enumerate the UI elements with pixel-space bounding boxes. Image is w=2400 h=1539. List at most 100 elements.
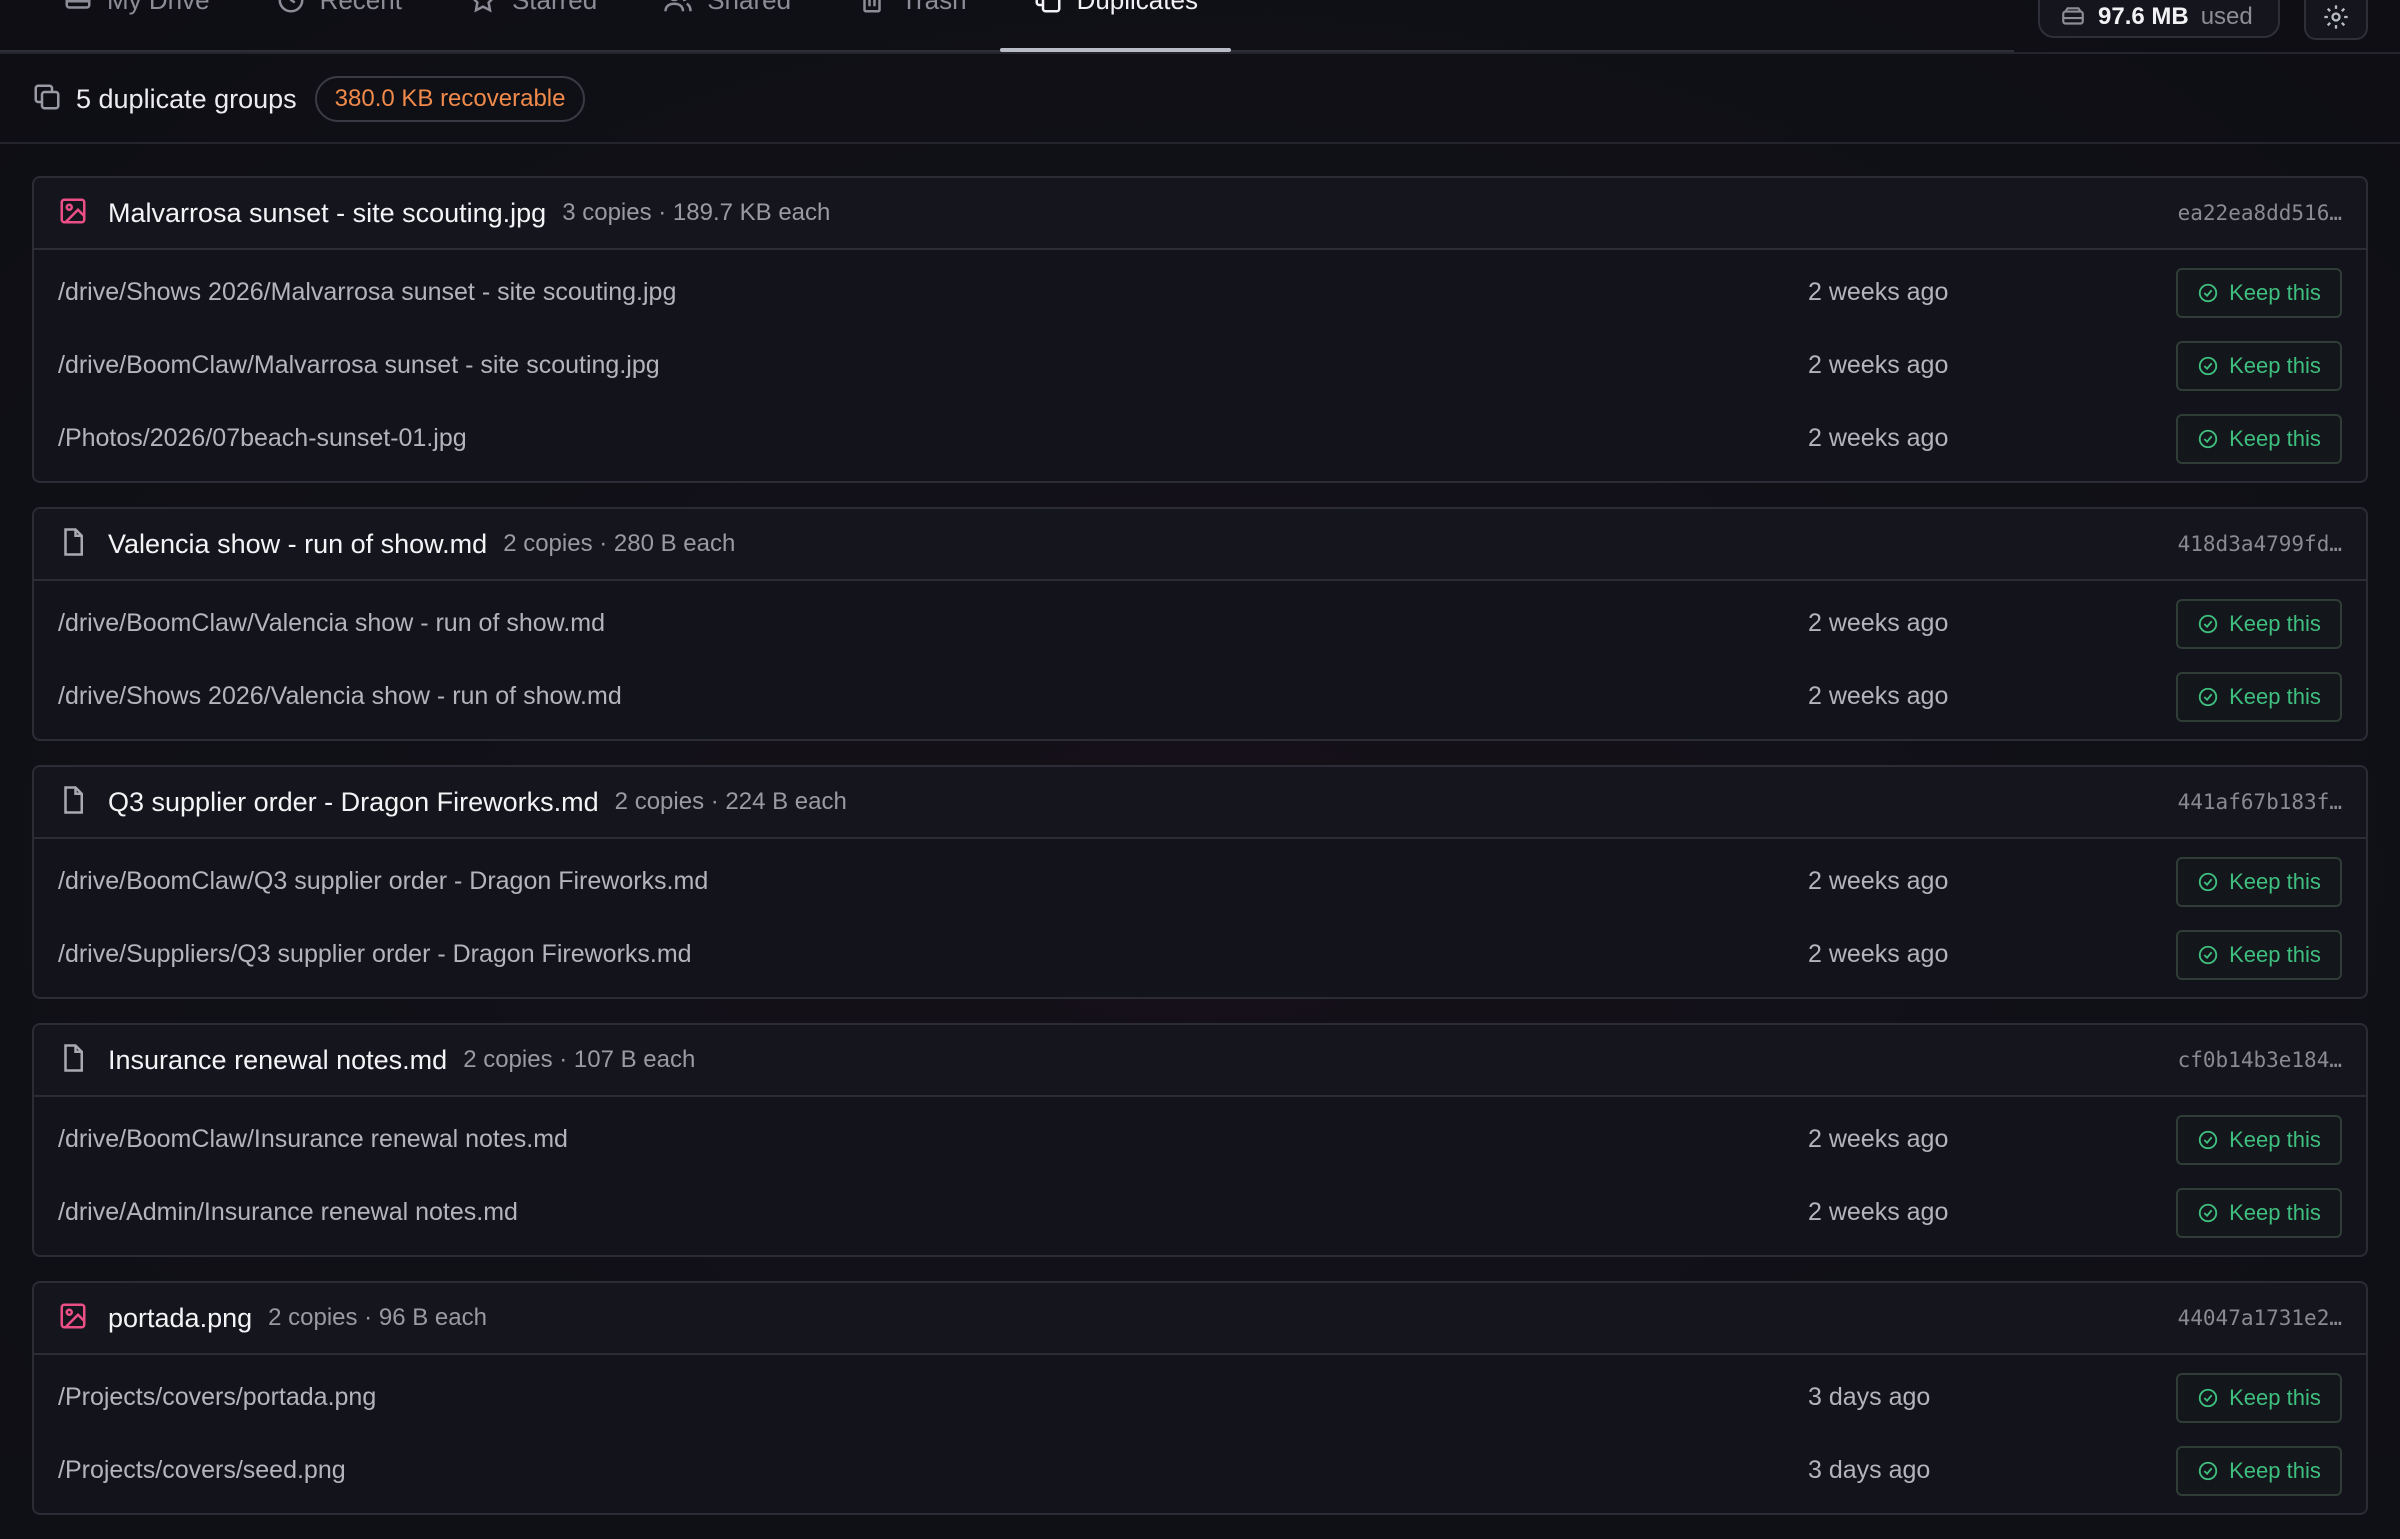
image-file-icon	[58, 196, 88, 231]
top-nav: My Drive Recent Starred Shared Trash	[0, 0, 2400, 54]
group-copies-info: 2 copies · 224 B each	[614, 788, 847, 815]
check-circle-icon	[2198, 1203, 2218, 1222]
duplicate-file-row: /drive/Shows 2026/Malvarrosa sunset - si…	[34, 256, 2366, 329]
group-file-name: Malvarrosa sunset - site scouting.jpg	[108, 197, 547, 228]
group-copies-info: 3 copies · 189.7 KB each	[562, 199, 831, 226]
storage-indicator[interactable]: 97.6 MB used	[2038, 0, 2280, 38]
duplicate-group: Insurance renewal notes.md 2 copies · 10…	[32, 1023, 2368, 1257]
trash-icon	[857, 0, 887, 15]
document-file-icon	[58, 527, 88, 562]
star-icon	[468, 0, 498, 15]
group-header: portada.png 2 copies · 96 B each 44047a1…	[34, 1283, 2366, 1355]
keep-this-button[interactable]: Keep this	[2176, 929, 2342, 980]
keep-label: Keep this	[2229, 1384, 2321, 1410]
duplicate-group-count: 5 duplicate groups	[76, 83, 297, 114]
group-header: Malvarrosa sunset - site scouting.jpg 3 …	[34, 178, 2366, 250]
keep-this-button[interactable]: Keep this	[2176, 413, 2342, 464]
file-path: /Projects/covers/seed.png	[58, 1456, 346, 1484]
tab-trash[interactable]: Trash	[824, 0, 1000, 26]
group-copies-info: 2 copies · 280 B each	[503, 530, 736, 557]
check-circle-icon	[2198, 687, 2218, 706]
file-modified-time: 2 weeks ago	[1808, 1198, 1949, 1226]
check-circle-icon	[2198, 1130, 2218, 1149]
keep-label: Keep this	[2229, 941, 2321, 967]
file-path: /drive/Shows 2026/Valencia show - run of…	[58, 682, 622, 710]
check-circle-icon	[2198, 614, 2218, 633]
duplicate-group: Malvarrosa sunset - site scouting.jpg 3 …	[32, 176, 2368, 483]
tab-my-drive[interactable]: My Drive	[30, 0, 243, 26]
file-path: /drive/BoomClaw/Malvarrosa sunset - site…	[58, 351, 660, 379]
file-path: /drive/BoomClaw/Insurance renewal notes.…	[58, 1125, 568, 1153]
file-modified-time: 3 days ago	[1808, 1383, 1931, 1411]
keep-label: Keep this	[2229, 1457, 2321, 1483]
group-header: Insurance renewal notes.md 2 copies · 10…	[34, 1025, 2366, 1097]
gear-icon	[2324, 5, 2348, 29]
tab-label: Duplicates	[1077, 0, 1198, 16]
duplicate-file-row: /drive/Shows 2026/Valencia show - run of…	[34, 660, 2366, 733]
storage-value: 97.6 MB	[2098, 3, 2189, 30]
tab-recent[interactable]: Recent	[243, 0, 435, 26]
settings-button[interactable]	[2304, 0, 2368, 40]
duplicate-file-row: /drive/Suppliers/Q3 supplier order - Dra…	[34, 918, 2366, 991]
group-hash: ea22ea8dd516…	[2177, 201, 2342, 225]
keep-this-button[interactable]: Keep this	[2176, 267, 2342, 318]
tab-label: Shared	[707, 0, 791, 16]
check-circle-icon	[2198, 283, 2218, 302]
file-modified-time: 2 weeks ago	[1808, 609, 1949, 637]
keep-this-button[interactable]: Keep this	[2176, 340, 2342, 391]
duplicate-file-row: /drive/BoomClaw/Valencia show - run of s…	[34, 587, 2366, 660]
copy-icon	[32, 82, 62, 117]
tab-duplicates[interactable]: Duplicates	[999, 0, 1232, 52]
duplicate-group: portada.png 2 copies · 96 B each 44047a1…	[32, 1281, 2368, 1515]
duplicate-file-row: /drive/BoomClaw/Insurance renewal notes.…	[34, 1103, 2366, 1176]
storage-icon	[2062, 7, 2084, 25]
check-circle-icon	[2198, 356, 2218, 375]
keep-this-button[interactable]: Keep this	[2176, 1187, 2342, 1238]
duplicates-summary: 5 duplicate groups 380.0 KB recoverable	[0, 56, 2400, 144]
tab-starred[interactable]: Starred	[435, 0, 630, 26]
group-file-name: Insurance renewal notes.md	[108, 1044, 448, 1075]
duplicate-file-row: /drive/BoomClaw/Q3 supplier order - Drag…	[34, 845, 2366, 918]
recoverable-badge: 380.0 KB recoverable	[314, 76, 586, 122]
tab-label: Recent	[320, 0, 402, 16]
duplicate-groups-list: Malvarrosa sunset - site scouting.jpg 3 …	[32, 176, 2368, 1539]
file-path: /drive/BoomClaw/Valencia show - run of s…	[58, 609, 605, 637]
group-hash: 44047a1731e2…	[2177, 1306, 2342, 1330]
keep-label: Keep this	[2229, 610, 2321, 636]
group-copies-info: 2 copies · 107 B each	[463, 1046, 696, 1073]
duplicate-group: Q3 supplier order - Dragon Fireworks.md …	[32, 765, 2368, 999]
group-hash: 418d3a4799fd…	[2177, 532, 2342, 556]
group-file-name: Q3 supplier order - Dragon Fireworks.md	[108, 786, 599, 817]
keep-label: Keep this	[2229, 683, 2321, 709]
keep-this-button[interactable]: Keep this	[2176, 1372, 2342, 1423]
file-modified-time: 2 weeks ago	[1808, 682, 1949, 710]
tab-label: Starred	[512, 0, 597, 16]
keep-this-button[interactable]: Keep this	[2176, 856, 2342, 907]
storage-label: used	[2200, 3, 2253, 30]
keep-this-button[interactable]: Keep this	[2176, 1114, 2342, 1165]
duplicate-file-row: /Projects/covers/portada.png 3 days ago …	[34, 1361, 2366, 1434]
check-circle-icon	[2198, 1461, 2218, 1480]
file-modified-time: 2 weeks ago	[1808, 351, 1949, 379]
file-modified-time: 2 weeks ago	[1808, 867, 1949, 895]
document-file-icon	[58, 785, 88, 820]
group-header: Valencia show - run of show.md 2 copies …	[34, 509, 2366, 581]
file-modified-time: 2 weeks ago	[1808, 278, 1949, 306]
tab-shared[interactable]: Shared	[630, 0, 824, 26]
group-hash: 441af67b183f…	[2177, 790, 2342, 814]
check-circle-icon	[2198, 1388, 2218, 1407]
duplicate-group: Valencia show - run of show.md 2 copies …	[32, 507, 2368, 741]
group-header: Q3 supplier order - Dragon Fireworks.md …	[34, 767, 2366, 839]
drive-icon	[63, 0, 93, 15]
file-path: /drive/Shows 2026/Malvarrosa sunset - si…	[58, 278, 677, 306]
duplicate-file-row: /drive/BoomClaw/Malvarrosa sunset - site…	[34, 329, 2366, 402]
group-hash: cf0b14b3e184…	[2177, 1048, 2342, 1072]
keep-label: Keep this	[2229, 1199, 2321, 1225]
check-circle-icon	[2198, 872, 2218, 891]
duplicate-file-row: /drive/Admin/Insurance renewal notes.md …	[34, 1176, 2366, 1249]
keep-this-button[interactable]: Keep this	[2176, 1445, 2342, 1496]
keep-this-button[interactable]: Keep this	[2176, 671, 2342, 722]
keep-this-button[interactable]: Keep this	[2176, 598, 2342, 649]
image-file-icon	[58, 1301, 88, 1336]
check-circle-icon	[2198, 429, 2218, 448]
